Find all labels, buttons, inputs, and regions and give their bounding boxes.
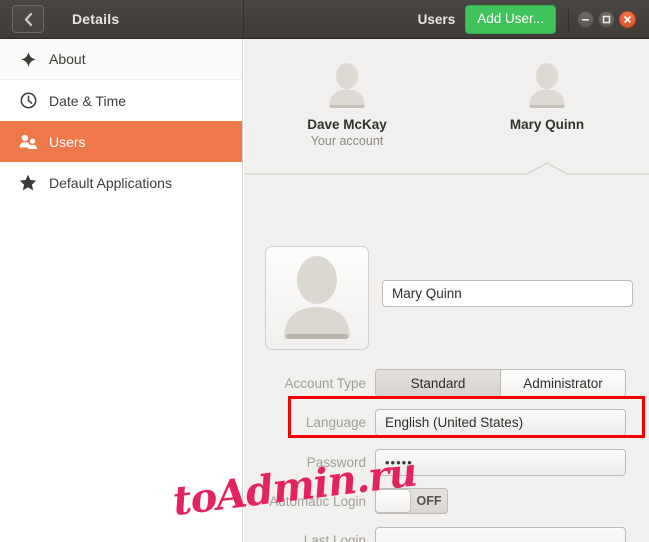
person-avatar-icon	[272, 55, 422, 111]
sidebar-item-about[interactable]: About	[0, 39, 242, 80]
last-login-row: Last Login	[244, 526, 649, 542]
titlebar-controls-divider	[568, 8, 569, 31]
maximize-button[interactable]	[598, 11, 615, 28]
titlebar-divider	[243, 0, 244, 39]
account-name: Dave McKay	[307, 117, 387, 132]
account-type-row: Account Type Standard Administrator	[244, 369, 649, 397]
toggle-state-label: OFF	[416, 494, 442, 508]
section-label: Users	[417, 12, 456, 27]
sidebar-item-default-applications[interactable]: Default Applications	[0, 162, 242, 203]
minimize-button[interactable]	[577, 11, 594, 28]
minimize-icon	[581, 15, 590, 24]
account-type-segmented-control: Standard Administrator	[375, 369, 626, 397]
back-button[interactable]	[12, 5, 44, 33]
sidebar-item-label: Date & Time	[49, 92, 127, 109]
window-controls	[577, 11, 649, 28]
account-card-mary-quinn[interactable]: Mary Quinn	[472, 55, 622, 134]
last-login-label: Last Login	[303, 532, 366, 542]
settings-window: Details Users Add User... About Date & T…	[0, 0, 649, 542]
person-avatar-icon	[472, 55, 622, 111]
title-bar: Details Users Add User...	[0, 0, 649, 39]
sidebar: About Date & Time Users Default Applicat…	[0, 39, 243, 542]
clock-icon	[17, 92, 39, 109]
sidebar-item-users[interactable]: Users	[0, 121, 242, 162]
chevron-left-icon	[23, 12, 34, 27]
last-login-value	[375, 526, 626, 542]
language-value[interactable]: English (United States)	[375, 408, 626, 436]
account-card-dave-mckay[interactable]: Dave McKay Your account	[272, 55, 422, 148]
account-name: Mary Quinn	[509, 117, 585, 132]
account-strip: Dave McKay Your account Mary Quinn	[244, 39, 649, 175]
language-label: Language	[305, 414, 366, 430]
language-row: Language English (United States)	[244, 408, 649, 436]
close-icon	[623, 15, 632, 24]
account-name-input[interactable]: Mary Quinn	[382, 280, 633, 307]
sparkle-icon	[17, 51, 39, 68]
maximize-icon	[602, 15, 611, 24]
sidebar-item-label: About	[49, 51, 86, 67]
sidebar-item-date-time[interactable]: Date & Time	[0, 80, 242, 121]
users-icon	[17, 134, 39, 150]
account-type-label: Account Type	[284, 375, 366, 391]
star-icon	[17, 174, 39, 191]
account-type-option-administrator[interactable]: Administrator	[500, 370, 625, 396]
account-type-option-standard[interactable]: Standard	[376, 370, 500, 396]
avatar-picker[interactable]	[265, 246, 369, 350]
sidebar-item-label: Default Applications	[49, 174, 172, 191]
add-user-button[interactable]: Add User...	[465, 5, 556, 34]
selection-pointer-divider	[244, 162, 649, 176]
account-subtitle: Your account	[310, 134, 384, 148]
close-button[interactable]	[619, 11, 636, 28]
sidebar-item-label: Users	[49, 133, 86, 150]
window-title: Details	[72, 11, 120, 27]
person-avatar-icon	[275, 252, 359, 349]
titlebar-actions: Users Add User...	[418, 0, 649, 39]
